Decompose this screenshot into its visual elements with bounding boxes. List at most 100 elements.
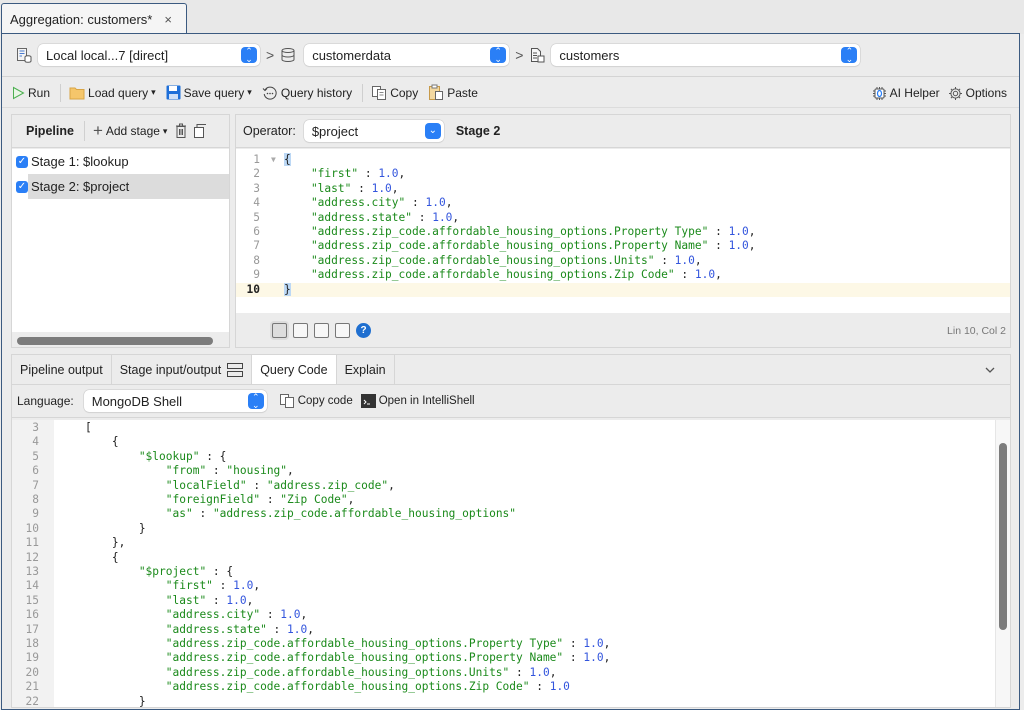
code-text: "$lookup" : { (58, 449, 227, 463)
pipeline-panel: Pipeline + Add stage ▾ ✓ Stage 1: $looku… (11, 114, 230, 348)
chevron-down-icon: ▾ (162, 125, 168, 136)
copy-button[interactable]: Copy (371, 85, 418, 101)
tab-explain[interactable]: Explain (337, 355, 395, 384)
stage-label: Stage 2: $project (28, 174, 229, 199)
add-stage-button[interactable]: + Add stage ▾ (92, 121, 168, 140)
code-text: "localField" : "address.zip_code", (58, 478, 395, 492)
text-view-icon[interactable] (293, 323, 308, 338)
run-button[interactable]: Run (12, 86, 50, 100)
split-view-icon[interactable] (227, 362, 244, 377)
stage-code-editor[interactable]: 1 ▼{2 "first" : 1.0, 3 "last" : 1.0, 4 "add… (236, 149, 1010, 313)
stage-enabled-checkbox[interactable]: ✓ (16, 155, 28, 168)
breadcrumb-separator: > (515, 47, 524, 63)
code-text: "address.zip_code.affordable_housing_opt… (58, 637, 611, 650)
collection-select[interactable]: customers ⌃ ⌄ (551, 44, 861, 66)
line-number: 16 (25, 608, 39, 622)
help-icon[interactable]: ? (356, 323, 371, 338)
select-stepper-icon: ⌃ ⌄ (841, 47, 858, 64)
breadcrumb-separator: > (266, 47, 275, 63)
line-number: 10 (246, 282, 260, 296)
copy-code-button[interactable]: Copy code (279, 393, 353, 409)
trash-icon[interactable] (175, 123, 187, 139)
line-number: 9 (32, 507, 39, 521)
code-line: 7 "localField" : "address.zip_code", (12, 479, 994, 493)
main-toolbar: Run Load query ▾ Save query ▾ Query hist… (2, 78, 1019, 108)
stage-item[interactable]: ✓ Stage 2: $project (12, 174, 229, 199)
indent-icon[interactable] (314, 323, 329, 338)
code-line: 21 "address.zip_code.affordable_housing_… (12, 680, 994, 694)
code-line: 9 "as" : "address.zip_code.affordable_ho… (12, 507, 994, 521)
open-intellishell-button[interactable]: Open in IntelliShell (360, 394, 475, 408)
horizontal-scrollbar[interactable] (17, 337, 213, 345)
query-code-viewer[interactable]: 3 [4 {5 "$lookup" : {6 "from" : "housing… (12, 420, 1010, 708)
chevron-down-icon: ▾ (151, 87, 156, 97)
outdent-icon[interactable] (335, 323, 350, 338)
code-text: }, (58, 536, 126, 550)
line-number: 13 (25, 565, 39, 578)
ai-chip-icon (872, 86, 886, 100)
toolbar-divider (362, 83, 364, 102)
ai-helper-label: AI Helper (889, 86, 940, 100)
ai-helper-button[interactable]: AI Helper (872, 86, 940, 101)
vertical-scrollbar-track[interactable] (995, 420, 1010, 707)
stage-enabled-checkbox[interactable]: ✓ (16, 180, 28, 193)
operator-label: Operator: (243, 124, 296, 138)
operator-select[interactable]: $project ⌄ (303, 120, 444, 142)
line-number: 9 (253, 268, 260, 282)
line-number: 3 (32, 421, 39, 434)
tab-stage-input-output[interactable]: Stage input/output (112, 355, 253, 384)
save-query-button[interactable]: Save query ▾ (166, 85, 252, 100)
stage-item[interactable]: ✓ Stage 1: $lookup (12, 149, 229, 174)
fold-toggle-icon[interactable]: ▼ (271, 153, 276, 167)
aggregation-editor: Local local...7 [direct] ⌃ ⌄ > customerda… (1, 33, 1020, 710)
query-history-button[interactable]: Query history (262, 85, 352, 101)
run-label: Run (28, 85, 51, 100)
tab-aggregation-customers[interactable]: Aggregation: customers* × (1, 3, 187, 34)
line-number: 6 (253, 225, 260, 238)
plus-icon: + (92, 121, 103, 140)
connection-select[interactable]: Local local...7 [direct] ⌃ ⌄ (38, 44, 260, 66)
add-stage-label: Add stage (105, 124, 160, 138)
operator-row: Operator: $project ⌄ Stage 2 (236, 115, 1010, 148)
language-select[interactable]: MongoDB Shell ⌃ ⌄ (83, 390, 267, 412)
save-query-label: Save query (183, 85, 245, 100)
collapse-panel-button[interactable] (970, 355, 1010, 384)
code-line: 16 "address.city" : 1.0, (12, 608, 994, 622)
copy-code-label: Copy code (297, 395, 353, 407)
divider (83, 121, 85, 141)
paste-icon (429, 84, 444, 100)
line-number: 5 (32, 449, 39, 463)
operator-value: $project (311, 123, 359, 139)
tab-label: Explain (344, 362, 386, 377)
line-number: 17 (25, 622, 39, 636)
close-tab-icon[interactable]: × (164, 12, 172, 27)
paste-button[interactable]: Paste (428, 84, 478, 101)
line-number: 18 (25, 637, 39, 650)
stage-name: Stage 2 (455, 124, 501, 138)
code-line: 7 "address.zip_code.affordable_housing_o… (236, 239, 1010, 253)
code-text: { (58, 550, 119, 564)
stage-label: Stage 1: $lookup (31, 154, 129, 169)
code-line: 3 "last" : 1.0, (236, 182, 1010, 196)
tab-query-code[interactable]: Query Code (252, 355, 337, 384)
query-history-label: Query history (280, 85, 353, 100)
line-number: 15 (25, 593, 39, 607)
code-line: 11 }, (12, 536, 994, 550)
folder-icon (69, 87, 85, 99)
line-number: 4 (253, 196, 260, 210)
tab-pipeline-output[interactable]: Pipeline output (12, 355, 112, 384)
duplicate-stage-icon[interactable] (193, 123, 207, 139)
language-row: Language: MongoDB Shell ⌃ ⌄ Copy code Ope… (12, 385, 1010, 418)
vertical-scrollbar-thumb[interactable] (999, 443, 1007, 630)
database-select[interactable]: customerdata ⌃ ⌄ (304, 44, 510, 66)
code-text: "address.state" : 1.0, (284, 210, 460, 224)
code-text: "address.zip_code.affordable_housing_opt… (58, 680, 570, 694)
line-number: 8 (32, 493, 39, 506)
line-number: 1 (253, 153, 260, 166)
options-button[interactable]: Options (948, 86, 1007, 101)
open-intellishell-label: Open in IntelliShell (378, 395, 475, 407)
code-line: 1 ▼ { (236, 153, 1010, 167)
format-code-icon[interactable] (272, 323, 287, 338)
code-text: "last" : 1.0, (284, 181, 399, 195)
load-query-button[interactable]: Load query ▾ (69, 86, 156, 100)
